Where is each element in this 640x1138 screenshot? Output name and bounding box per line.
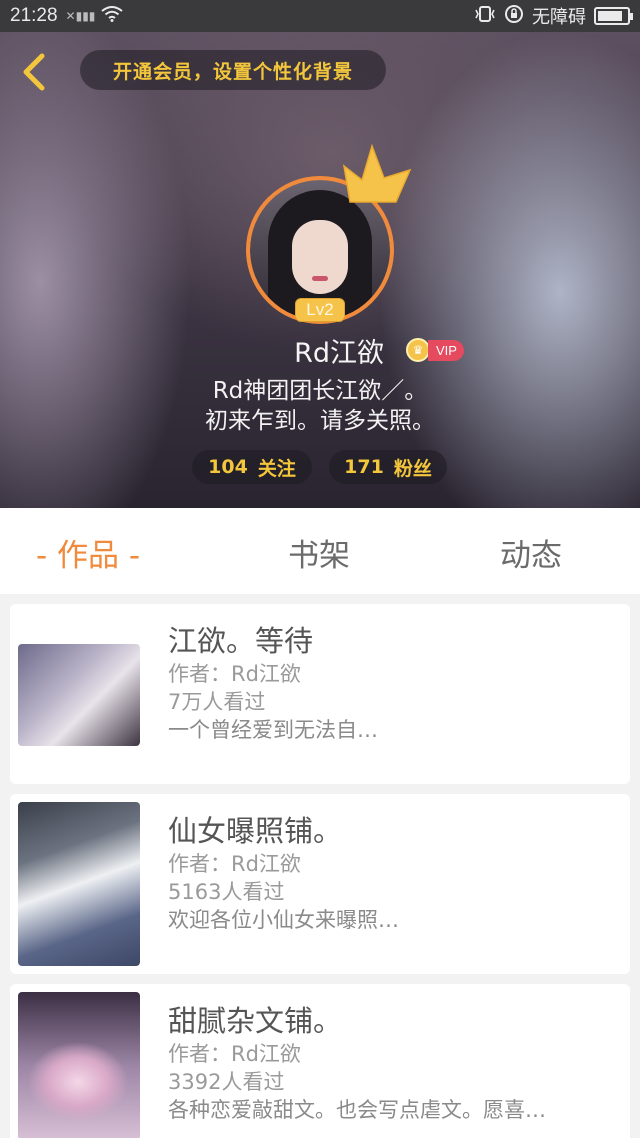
stats-row: 104 关注 171 粉丝	[0, 450, 640, 484]
vip-badge[interactable]: ♛ VIP	[405, 337, 464, 363]
work-cover-image	[18, 802, 140, 966]
bio-line: Rd神团团长江欲／。	[212, 378, 428, 404]
tab-activity[interactable]: 动态	[500, 530, 562, 575]
list-item[interactable]: 江欲。等待 作者：Rd江欲 7万人看过 一个曾经爱到无法自…	[10, 604, 630, 784]
accessibility-label: 无障碍	[532, 7, 586, 28]
following-count: 104	[208, 456, 248, 478]
back-button[interactable]	[18, 52, 48, 92]
profile-tabs: - 作品 - 书架 动态	[0, 508, 640, 594]
vip-label: VIP	[427, 339, 464, 361]
bio-line: 初来乍到。请多关照。	[205, 408, 435, 434]
profile-header: 开通会员，设置个性化背景 Lv2 Rd江欲 ♛ VIP Rd神团团长江欲／。 初…	[0, 32, 640, 508]
work-author: 作者：Rd江欲	[168, 662, 301, 686]
username: Rd江欲	[294, 337, 384, 369]
tab-bookshelf[interactable]: 书架	[288, 530, 350, 575]
work-title: 甜腻杂文铺。	[168, 1004, 343, 1038]
accessibility-icon	[504, 4, 524, 28]
status-bar: 21:28 ✕▮▮▮ 无障碍	[0, 0, 640, 32]
work-cover-image	[18, 644, 140, 746]
vip-background-banner[interactable]: 开通会员，设置个性化背景	[80, 50, 386, 90]
work-views: 3392人看过	[168, 1070, 285, 1094]
crown-icon	[342, 144, 412, 203]
battery-fill	[598, 11, 622, 21]
vip-coin-icon: ♛	[405, 338, 430, 362]
vibrate-icon	[474, 5, 496, 27]
bio: Rd神团团长江欲／。 初来乍到。请多关照。	[0, 376, 640, 436]
wifi-icon	[101, 6, 124, 26]
work-views: 5163人看过	[168, 880, 285, 904]
level-badge: Lv2	[295, 298, 345, 322]
work-author: 作者：Rd江欲	[168, 852, 301, 876]
battery-icon	[594, 7, 633, 25]
list-item[interactable]: 甜腻杂文铺。 作者：Rd江欲 3392人看过 各种恋爱敲甜文。也会写点虐文。愿喜…	[10, 984, 630, 1138]
work-author: 作者：Rd江欲	[168, 1042, 301, 1066]
avatar[interactable]: Lv2	[246, 144, 412, 324]
work-title: 江欲。等待	[168, 624, 314, 658]
work-cover-image	[18, 992, 140, 1138]
following-button[interactable]: 104 关注	[192, 450, 312, 484]
work-views: 7万人看过	[168, 690, 266, 714]
followers-label: 粉丝	[393, 457, 432, 480]
list-item[interactable]: 仙女曝照铺。 作者：Rd江欲 5163人看过 欢迎各位小仙女来曝照…	[10, 794, 630, 974]
work-title: 仙女曝照铺。	[168, 814, 343, 848]
username-row: Rd江欲 ♛ VIP	[0, 330, 640, 370]
work-description: 各种恋爱敲甜文。也会写点虐文。愿喜…	[168, 1098, 546, 1122]
followers-button[interactable]: 171 粉丝	[329, 450, 447, 484]
work-description: 一个曾经爱到无法自…	[168, 718, 378, 742]
work-description: 欢迎各位小仙女来曝照…	[168, 908, 399, 932]
status-time: 21:28	[10, 5, 58, 26]
followers-count: 171	[344, 456, 384, 478]
following-label: 关注	[257, 457, 296, 480]
chevron-left-icon	[23, 53, 45, 91]
signal-icon: ✕▮▮▮	[65, 9, 96, 23]
tab-works[interactable]: - 作品 -	[36, 530, 140, 575]
